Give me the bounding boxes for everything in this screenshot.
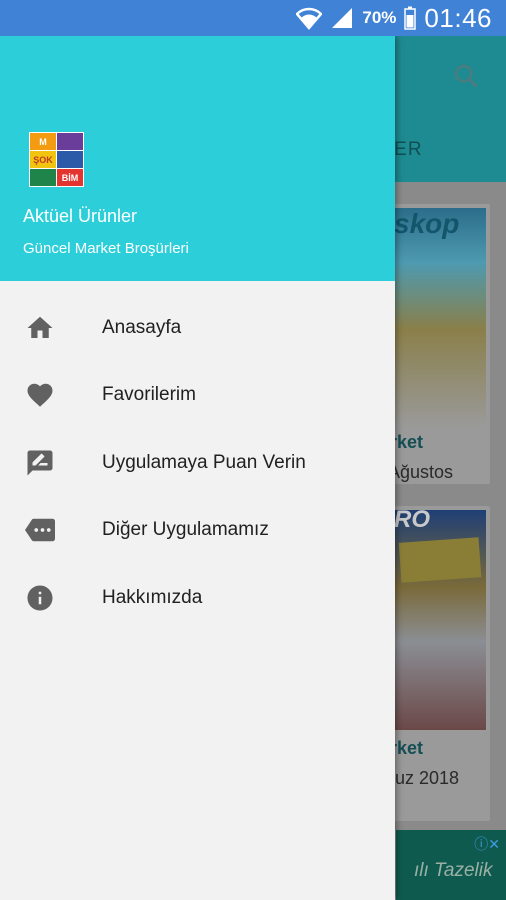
- drawer-header: M ŞOK BİM Aktüel Ürünler Güncel Market B…: [0, 36, 395, 281]
- brochure-brand: RO: [394, 506, 430, 533]
- ad-text: ılı Tazelik: [414, 860, 493, 881]
- menu-item-about[interactable]: Hakkımızda: [0, 564, 395, 632]
- menu-item-favorites[interactable]: Favorilerim: [0, 362, 395, 430]
- info-icon: [24, 582, 56, 614]
- app-logo: M ŞOK BİM: [29, 132, 84, 187]
- home-icon: [24, 312, 56, 344]
- menu-item-other-apps[interactable]: Diğer Uygulamamız: [0, 497, 395, 565]
- heart-icon: [24, 379, 56, 411]
- app-name: Aktüel Ürünler: [23, 206, 138, 226]
- menu-item-label: Favorilerim: [102, 384, 196, 406]
- navigation-drawer: M ŞOK BİM Aktüel Ürünler Güncel Market B…: [0, 36, 395, 900]
- signal-icon: [332, 8, 353, 28]
- ad-info-icon: ⓘ✕: [474, 836, 500, 852]
- battery-percentage: 70%: [362, 8, 397, 27]
- app-subtitle: Güncel Market Broşürleri: [23, 240, 189, 257]
- wifi-icon: [296, 7, 323, 30]
- battery-icon: [404, 6, 417, 30]
- ad-banner: ⓘ✕ ılı Tazelik: [396, 830, 506, 900]
- menu-item-label: Hakkımızda: [102, 586, 203, 608]
- brochure-card: skop arket l Ağustos: [380, 204, 490, 484]
- rate-review-icon: [24, 447, 56, 479]
- menu-item-home[interactable]: Anasayfa: [0, 294, 395, 362]
- brochure-image: [390, 208, 486, 428]
- menu-item-rate-app[interactable]: Uygulamaya Puan Verin: [0, 429, 395, 497]
- brochure-brand: skop: [394, 208, 460, 239]
- more-apps-icon: [24, 514, 56, 546]
- brochure-banner: [398, 537, 482, 583]
- menu-item-label: Anasayfa: [102, 316, 182, 338]
- clock: 01:46: [424, 2, 492, 33]
- status-bar: 70% 01:46: [0, 0, 506, 36]
- brochure-card: RO arket muz 2018: [380, 506, 490, 821]
- menu-item-label: Uygulamaya Puan Verin: [102, 451, 306, 473]
- menu-item-label: Diğer Uygulamamız: [102, 519, 269, 541]
- drawer-menu: Anasayfa Favorilerim Uygulamaya Puan Ver…: [0, 294, 395, 632]
- search-icon: [454, 64, 478, 88]
